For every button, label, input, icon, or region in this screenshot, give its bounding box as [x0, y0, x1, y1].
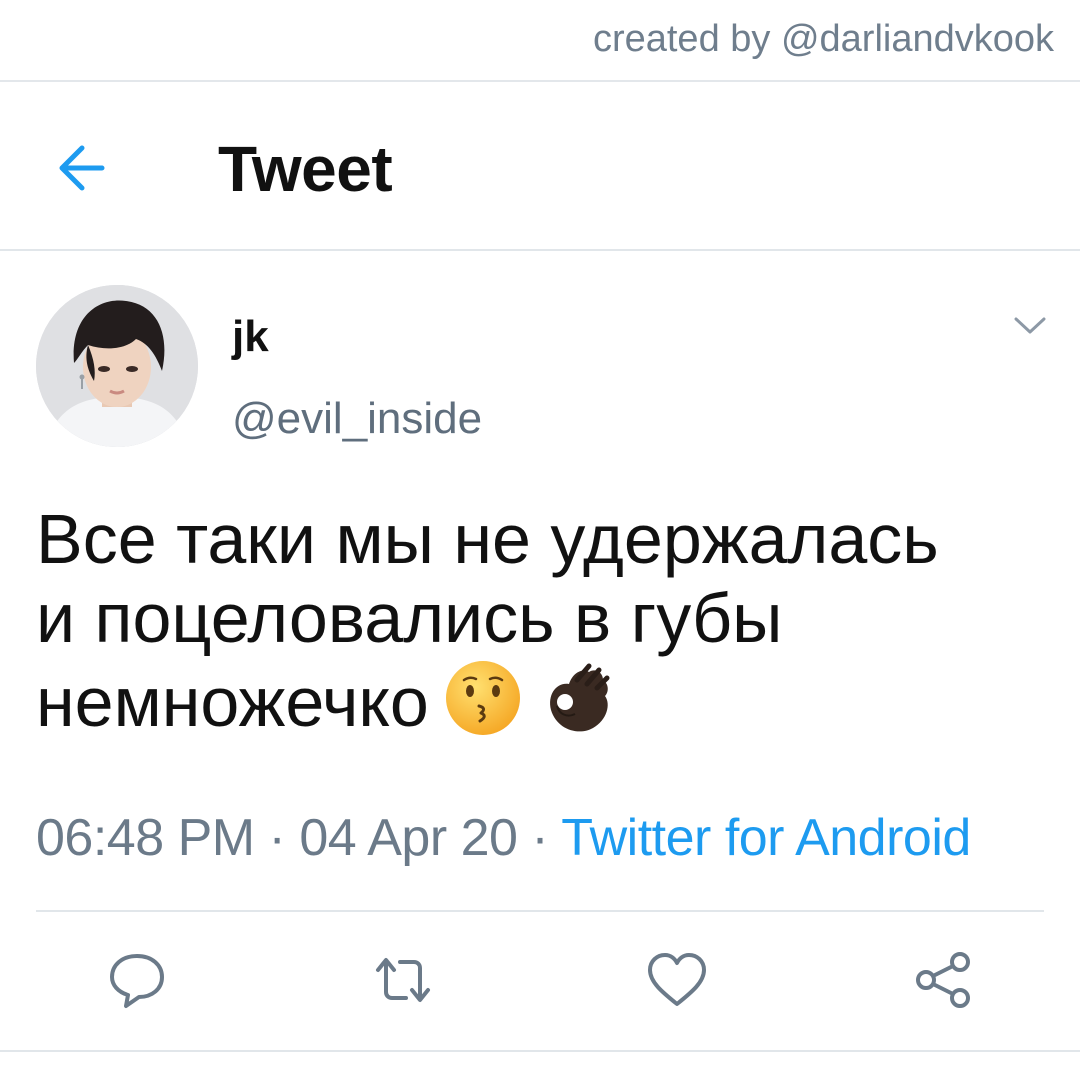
- arrow-left-icon: [59, 145, 105, 191]
- tweet-text-segment: немножечко: [36, 663, 429, 741]
- app-header: Tweet: [0, 82, 1080, 250]
- user-handle[interactable]: @evil_inside: [232, 394, 482, 444]
- retweet-button[interactable]: [370, 948, 436, 1012]
- like-button[interactable]: [644, 948, 710, 1012]
- tweet-date: 04 Apr 20: [299, 809, 518, 867]
- kissing-face-emoji: [445, 661, 520, 735]
- tweet-text-line: немножечко: [36, 658, 1056, 742]
- divider: [0, 249, 1080, 251]
- share-icon: [916, 952, 970, 1008]
- more-options-button[interactable]: [1012, 314, 1048, 338]
- tweet-text-line: и поцеловались в губы: [36, 579, 783, 657]
- credit-watermark: created by @darliandvkook: [592, 18, 1054, 60]
- profile-photo: [36, 285, 198, 447]
- heart-icon: [648, 953, 706, 1006]
- tweet-text: Все таки мы не удержалась и поцеловались…: [36, 500, 1056, 742]
- reply-button[interactable]: [104, 948, 170, 1012]
- tweet-text-line: Все таки мы не удержалась: [36, 500, 939, 578]
- share-button[interactable]: [910, 948, 976, 1012]
- tweet-time: 06:48 PM: [36, 809, 255, 867]
- reply-icon: [110, 954, 164, 1008]
- meta-separator: ·: [531, 809, 549, 867]
- ok-hand-dark-skin-emoji: [549, 663, 610, 732]
- divider: [0, 1050, 1080, 1052]
- page-title: Tweet: [218, 133, 393, 205]
- tweet-source-link[interactable]: Twitter for Android: [561, 809, 971, 867]
- meta-separator: ·: [268, 809, 286, 867]
- tweet-meta: 06:48 PM · 04 Apr 20 · Twitter for Andro…: [36, 808, 971, 868]
- chevron-down-icon: [1014, 317, 1046, 334]
- retweet-icon: [376, 958, 430, 1002]
- divider: [36, 910, 1044, 912]
- avatar[interactable]: [36, 285, 198, 447]
- display-name[interactable]: jk: [232, 312, 269, 362]
- back-button[interactable]: [52, 140, 116, 196]
